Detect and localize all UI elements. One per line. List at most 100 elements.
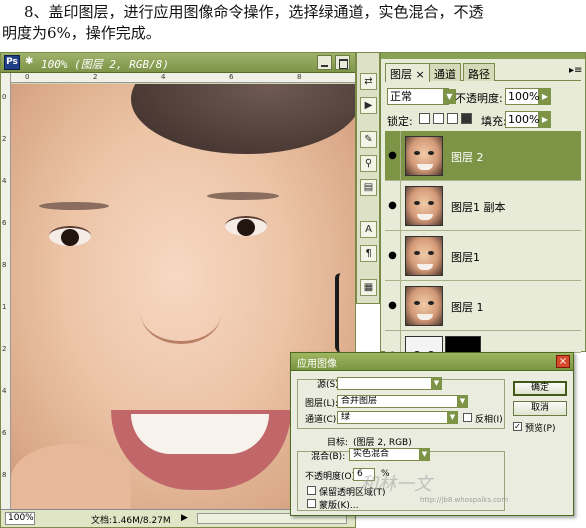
- panel-tabs: 图层 × 通道 路径: [385, 63, 581, 82]
- opacity-slider-button[interactable]: ▶: [539, 88, 551, 105]
- opacity-label: 不透明度(O):: [305, 472, 359, 482]
- layer-name: 图层1 副本: [451, 201, 506, 214]
- source-select[interactable]: [337, 377, 441, 390]
- channel-select[interactable]: 绿: [337, 411, 457, 424]
- chevron-down-icon[interactable]: ▼: [447, 411, 458, 424]
- minimize-button[interactable]: [317, 55, 332, 70]
- eye-icon[interactable]: ●: [385, 181, 401, 231]
- blending-label: 混合(B):: [311, 452, 346, 462]
- ruler-vertical[interactable]: 0 2 4 6 8 1 2 4 6 8: [1, 73, 11, 509]
- layer-row[interactable]: ● 图层1 副本: [385, 181, 581, 231]
- ok-button[interactable]: 确定: [513, 381, 567, 396]
- tab-paths[interactable]: 路径: [463, 63, 495, 81]
- panel-tool-strip: ⇄ ▶ ✎ ⚲ ▤ A ¶ ▦: [356, 52, 380, 304]
- close-icon[interactable]: ×: [556, 355, 570, 368]
- eye-icon[interactable]: ●: [385, 231, 401, 281]
- lock-transparency-icon[interactable]: [419, 113, 430, 124]
- document-size-info: 文档:1.46M/8.27M: [91, 516, 171, 526]
- dialog-title-bar[interactable]: 应用图像 ×: [291, 353, 573, 371]
- eye-icon[interactable]: ●: [385, 331, 401, 352]
- layer-thumbnail: [405, 136, 443, 176]
- blend-mode-select[interactable]: 正常: [387, 88, 449, 105]
- brush-icon[interactable]: ✎: [360, 131, 377, 148]
- lock-all-icon[interactable]: [461, 113, 472, 124]
- pin-icon: ✱: [25, 56, 34, 67]
- opacity-input[interactable]: 100%: [505, 88, 539, 105]
- hand: [11, 444, 131, 509]
- cancel-button[interactable]: 取消: [513, 401, 567, 416]
- ruler-number: 4: [161, 73, 166, 81]
- channel-label: 通道(C):: [305, 415, 340, 425]
- preview-checkbox[interactable]: ✓: [513, 422, 522, 431]
- zoom-field[interactable]: 100%: [5, 512, 35, 525]
- tab-channels[interactable]: 通道: [429, 63, 461, 81]
- dialog-title: 应用图像: [297, 359, 337, 370]
- maximize-button[interactable]: [335, 55, 350, 70]
- layer-thumbnail: [405, 286, 443, 326]
- eye-icon[interactable]: ●: [385, 281, 401, 331]
- text-icon[interactable]: A: [360, 221, 377, 238]
- status-menu-icon[interactable]: ▶: [181, 513, 188, 523]
- stamp-icon[interactable]: ⚲: [360, 155, 377, 172]
- ruler-horizontal[interactable]: 0 2 4 6 8: [11, 73, 355, 83]
- layer-thumbnail: [405, 236, 443, 276]
- instruction-line-1: 8、盖印图层，进行应用图像命令操作，选择绿通道，实色混合，不透: [24, 3, 484, 21]
- opacity-label: 不透明度:: [455, 92, 503, 105]
- eyebrow-right: [207, 192, 279, 200]
- ruler-number: 4: [2, 177, 7, 185]
- ruler-number: 8: [297, 73, 302, 81]
- chevron-down-icon[interactable]: ▼: [419, 448, 430, 461]
- fill-input[interactable]: 100%: [505, 111, 539, 128]
- target-label: 目标:: [327, 438, 349, 448]
- fill-slider-button[interactable]: ▶: [539, 111, 551, 128]
- layer-row[interactable]: ● 图层 2: [385, 131, 581, 181]
- move-icon[interactable]: ⇄: [360, 73, 377, 90]
- ruler-number: 8: [2, 261, 7, 269]
- preview-label: 预览(P): [525, 424, 556, 434]
- ruler-number: 6: [2, 219, 7, 227]
- layer-label: 图层(L):: [305, 399, 339, 409]
- ruler-number: 8: [2, 471, 7, 479]
- layer-row[interactable]: ● 图层1: [385, 231, 581, 281]
- ruler-number: 0: [25, 73, 30, 81]
- ruler-number: 2: [93, 73, 98, 81]
- fill-label: 填充:: [481, 115, 507, 128]
- invert-label: 反相(I): [475, 415, 503, 425]
- tab-layers[interactable]: 图层 ×: [385, 63, 430, 82]
- nose: [141, 284, 221, 344]
- lock-position-icon[interactable]: [447, 113, 458, 124]
- panel-header[interactable]: [381, 53, 585, 59]
- eraser-icon[interactable]: ▤: [360, 179, 377, 196]
- chevron-down-icon[interactable]: ▼: [431, 377, 442, 390]
- play-icon[interactable]: ▶: [360, 97, 377, 114]
- chevron-down-icon[interactable]: ▼: [457, 395, 468, 408]
- lock-pixels-icon[interactable]: [433, 113, 444, 124]
- watermark-url: http://jb8.whospalks.com: [420, 496, 509, 504]
- layer-name: 图层1: [451, 251, 480, 264]
- paragraph-icon[interactable]: ¶: [360, 245, 377, 262]
- panel-menu-icon[interactable]: ▸≡: [569, 65, 582, 77]
- instruction-line-2: 明度为6%，操作完成。: [2, 24, 161, 42]
- layers-panel: 图层 × 通道 路径 ▸≡ 正常 ▼ 不透明度: 100% ▶ 锁定: 填充: …: [380, 52, 586, 353]
- mask-checkbox[interactable]: [307, 499, 316, 508]
- layer-row[interactable]: ●: [385, 331, 581, 353]
- eye-icon[interactable]: ●: [385, 131, 401, 181]
- layer-row[interactable]: ● 图层 1: [385, 281, 581, 331]
- ruler-number: 4: [2, 387, 7, 395]
- ruler-number: 0: [2, 93, 7, 101]
- invert-checkbox[interactable]: [463, 413, 472, 422]
- watermark-text: 和林一文: [360, 474, 432, 495]
- layers-icon[interactable]: ▦: [360, 279, 377, 296]
- calligraphy-stroke: [335, 272, 351, 356]
- preserve-transparency-checkbox[interactable]: [307, 486, 316, 495]
- document-title: 100% (图层 2, RGB/8): [41, 58, 169, 71]
- lock-label: 锁定:: [387, 115, 413, 128]
- eyebrow-left: [39, 202, 109, 210]
- layer-thumbnail: [405, 186, 443, 226]
- document-title-bar[interactable]: Ps ✱ 100% (图层 2, RGB/8): [1, 53, 355, 73]
- mask-label: 蒙版(K)...: [319, 501, 359, 511]
- layer-mask-thumbnail: [445, 336, 481, 352]
- eye-left: [49, 226, 91, 246]
- layer-select[interactable]: 合并图层: [337, 395, 467, 408]
- blending-select[interactable]: 实色混合: [349, 448, 429, 461]
